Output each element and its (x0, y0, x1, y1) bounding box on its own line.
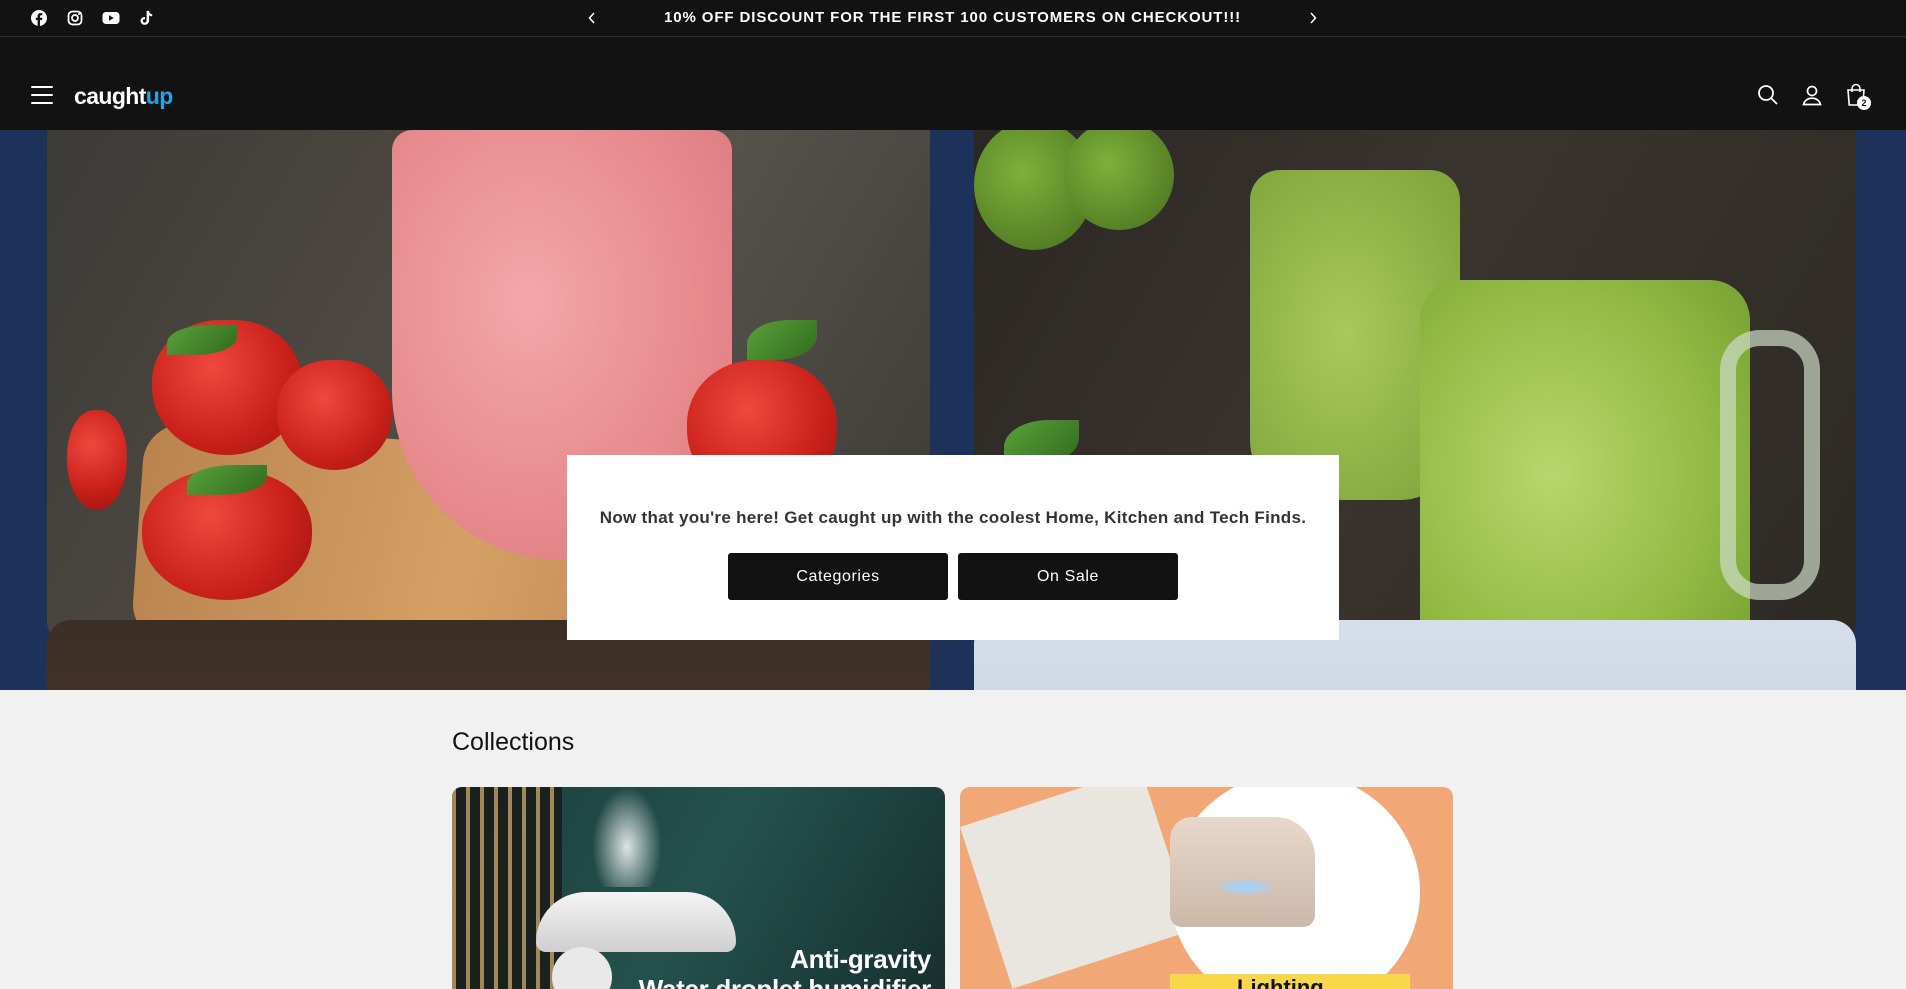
announcement-text: 10% OFF DISCOUNT FOR THE FIRST 100 CUSTO… (663, 9, 1242, 26)
instagram-icon[interactable] (64, 8, 86, 28)
collection-card-humidifier[interactable]: Anti-gravity Water droplet humidifier (452, 787, 945, 989)
site-logo[interactable]: caughtup (74, 83, 173, 110)
announcement-next-button[interactable] (1303, 8, 1323, 28)
site-header: caughtup 2 (0, 37, 1906, 130)
menu-icon[interactable] (31, 86, 53, 104)
categories-button[interactable]: Categories (728, 553, 948, 600)
facebook-icon[interactable] (28, 8, 50, 28)
announcement-prev-button[interactable] (582, 8, 602, 28)
hero-tagline: Now that you're here! Get caught up with… (599, 508, 1307, 527)
collections-heading: Collections (452, 728, 575, 756)
collection-card-caption: Anti-gravity Water droplet humidifier (638, 944, 932, 989)
tiktok-icon[interactable] (136, 8, 158, 28)
chevron-left-icon (588, 12, 595, 24)
account-icon[interactable] (1798, 81, 1826, 109)
caption-line-2: Water droplet humidifier (638, 974, 932, 989)
search-icon[interactable] (1754, 81, 1782, 109)
youtube-icon[interactable] (100, 8, 122, 28)
on-sale-button[interactable]: On Sale (958, 553, 1178, 600)
caption-line-1: Anti-gravity (790, 944, 931, 974)
announcement-bar: 10% OFF DISCOUNT FOR THE FIRST 100 CUSTO… (0, 0, 1906, 37)
cart-icon[interactable]: 2 (1842, 81, 1871, 110)
hero-text-box: Now that you're here! Get caught up with… (567, 455, 1339, 640)
chevron-right-icon (1310, 12, 1317, 24)
collection-card-caption: Lighting (1237, 975, 1324, 989)
logo-accent: up (145, 83, 174, 109)
social-links (28, 8, 158, 28)
collection-card-lighting[interactable]: Lighting (960, 787, 1453, 989)
cart-count-badge: 2 (1857, 96, 1871, 110)
logo-main: caught (74, 83, 146, 109)
